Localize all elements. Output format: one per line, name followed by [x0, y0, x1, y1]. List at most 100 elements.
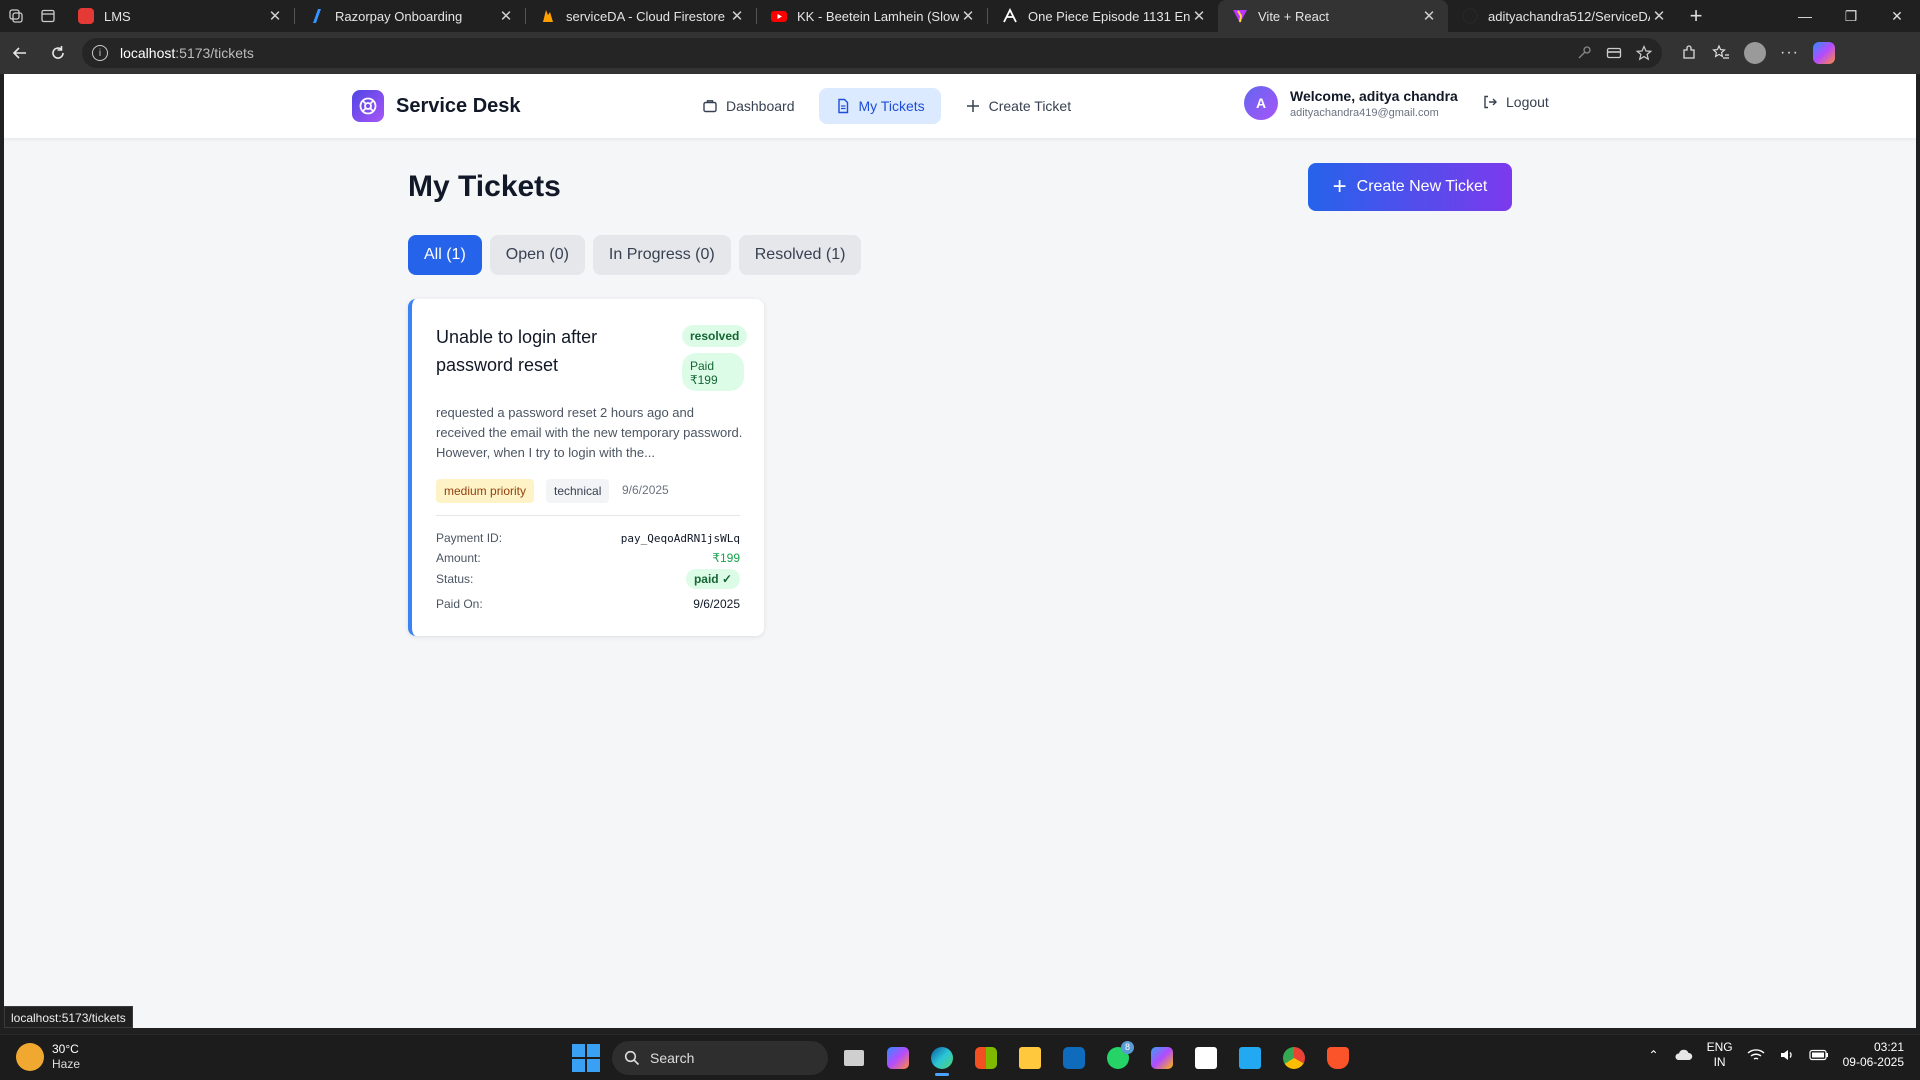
paid-on-row: Paid On: 9/6/2025: [436, 597, 740, 611]
site-info-icon[interactable]: i: [92, 45, 108, 61]
copilot-icon[interactable]: [1812, 42, 1835, 64]
amount-label: Amount:: [436, 551, 481, 565]
close-tab-icon[interactable]: ✕: [728, 7, 746, 25]
status-badge: resolved: [682, 325, 748, 347]
profile-avatar[interactable]: [1744, 42, 1766, 64]
plus-icon: +: [1332, 173, 1347, 200]
system-tray: ⌃ ENG IN 03:21 09-06-2025: [1649, 1040, 1904, 1070]
password-key-icon[interactable]: [1576, 45, 1592, 61]
payment-id-label: Payment ID:: [436, 531, 503, 545]
nav-create-ticket[interactable]: Create Ticket: [949, 88, 1087, 124]
favorites-icon[interactable]: [1712, 44, 1730, 62]
browser-tab-lms[interactable]: LMS ✕: [64, 0, 294, 32]
haze-weather-icon: [16, 1043, 44, 1071]
nav-dashboard[interactable]: Dashboard: [686, 88, 811, 124]
outlook-icon[interactable]: [1056, 1040, 1092, 1076]
brand[interactable]: Service Desk: [352, 90, 521, 122]
create-new-ticket-label: Create New Ticket: [1356, 178, 1488, 195]
logout-button[interactable]: Logout: [1482, 94, 1549, 110]
amount-value: ₹199: [712, 551, 740, 565]
close-tab-icon[interactable]: ✕: [1420, 7, 1438, 25]
new-tab-button[interactable]: +: [1678, 0, 1714, 32]
refresh-button[interactable]: [40, 35, 76, 71]
copilot-app-icon[interactable]: [880, 1040, 916, 1076]
weather-widget[interactable]: 30°C Haze: [16, 1042, 80, 1072]
vscode-icon[interactable]: [1232, 1040, 1268, 1076]
extensions-icon[interactable]: [1680, 44, 1698, 62]
onedrive-icon[interactable]: [1673, 1048, 1693, 1062]
chevron-up-icon[interactable]: ⌃: [1649, 1048, 1659, 1062]
file-explorer-icon[interactable]: [1012, 1040, 1048, 1076]
filter-resolved[interactable]: Resolved (1): [738, 235, 862, 275]
close-tab-icon[interactable]: ✕: [1650, 7, 1668, 25]
github-icon: [1462, 8, 1478, 24]
ticket-date: 9/6/2025: [622, 483, 669, 497]
browser-tab-youtube[interactable]: KK - Beetein Lamhein (Slowed t ✕: [757, 0, 987, 32]
task-view-icon[interactable]: [836, 1040, 872, 1076]
battery-icon[interactable]: [1809, 1049, 1829, 1061]
restore-button[interactable]: ❐: [1828, 0, 1874, 32]
browser-tab-github[interactable]: adityachandra512/ServiceDA ✕: [1448, 0, 1678, 32]
clock-date: 09-06-2025: [1842, 1055, 1904, 1069]
volume-icon[interactable]: [1779, 1048, 1795, 1062]
create-new-ticket-button[interactable]: + Create New Ticket: [1308, 163, 1512, 211]
workspaces-icon[interactable]: [0, 0, 32, 32]
url-field[interactable]: i localhost:5173/tickets: [82, 38, 1662, 68]
back-button[interactable]: [2, 35, 38, 71]
language-indicator[interactable]: ENG IN: [1707, 1040, 1733, 1070]
user-info: A Welcome, aditya chandra adityachandra4…: [1244, 86, 1458, 120]
brand-name: Service Desk: [396, 94, 521, 117]
minimize-button[interactable]: —: [1782, 0, 1828, 32]
taskbar-search[interactable]: Search: [612, 1041, 828, 1075]
favorite-star-icon[interactable]: [1636, 45, 1652, 61]
filter-open[interactable]: Open (0): [489, 235, 585, 275]
browser-tab-vite-react[interactable]: Vite + React ✕: [1218, 0, 1448, 32]
edge-browser-icon[interactable]: [924, 1040, 960, 1076]
region-code: IN: [1713, 1055, 1726, 1069]
ticket-card[interactable]: Unable to login after password reset res…: [408, 299, 764, 636]
service-desk-logo-icon: [352, 90, 384, 122]
whatsapp-badge: 8: [1120, 1041, 1134, 1054]
windows-start-icon[interactable]: [568, 1040, 604, 1076]
vertical-tabs-icon[interactable]: [32, 0, 64, 32]
paid-badge-amount: ₹199: [690, 373, 718, 387]
microsoft-365-icon[interactable]: [1144, 1040, 1180, 1076]
card-icon[interactable]: [1606, 45, 1622, 61]
more-options-icon[interactable]: ···: [1780, 44, 1799, 62]
whatsapp-icon[interactable]: 8: [1100, 1040, 1136, 1076]
logout-label: Logout: [1506, 94, 1549, 110]
close-tab-icon[interactable]: ✕: [959, 7, 977, 25]
lms-icon: [78, 8, 94, 24]
logout-icon: [1484, 95, 1497, 109]
chrome-icon[interactable]: [1276, 1040, 1312, 1076]
briefcase-icon: [703, 100, 717, 113]
browser-tab-firestore[interactable]: serviceDA - Cloud Firestore - Da ✕: [526, 0, 756, 32]
wifi-icon[interactable]: [1747, 1048, 1765, 1062]
divider: [436, 515, 740, 516]
close-tab-icon[interactable]: ✕: [266, 7, 284, 25]
brave-icon[interactable]: [1320, 1040, 1356, 1076]
address-bar-row: i localhost:5173/tickets ···: [0, 32, 1920, 74]
filter-all[interactable]: All (1): [408, 235, 482, 275]
close-window-button[interactable]: ✕: [1874, 0, 1920, 32]
filter-in-progress[interactable]: In Progress (0): [592, 235, 731, 275]
user-avatar[interactable]: A: [1244, 86, 1278, 120]
nav-my-tickets-label: My Tickets: [858, 98, 925, 114]
browser-tab-razorpay[interactable]: Razorpay Onboarding ✕: [295, 0, 525, 32]
microsoft-store-icon[interactable]: [968, 1040, 1004, 1076]
browser-tab-one-piece[interactable]: One Piece Episode 1131 English ✕: [988, 0, 1218, 32]
paid-on-label: Paid On:: [436, 597, 483, 611]
clock[interactable]: 03:21 09-06-2025: [1843, 1040, 1904, 1070]
youtube-icon: [771, 8, 787, 24]
language-code: ENG: [1706, 1040, 1733, 1054]
tab-title: Vite + React: [1258, 8, 1329, 24]
close-tab-icon[interactable]: ✕: [1190, 7, 1208, 25]
taskbar: 30°C Haze Search 8 ⌃ ENG IN 03:21 09-06-…: [0, 1034, 1920, 1080]
tab-title: LMS: [104, 8, 131, 24]
welcome-text: Welcome, aditya chandra: [1290, 87, 1458, 104]
close-tab-icon[interactable]: ✕: [497, 7, 515, 25]
weather-condition: Haze: [52, 1057, 81, 1071]
nav-my-tickets[interactable]: My Tickets: [818, 88, 941, 124]
payment-id-value: pay_QeqoAdRN1jsWLq: [620, 531, 740, 545]
notion-icon[interactable]: [1188, 1040, 1224, 1076]
